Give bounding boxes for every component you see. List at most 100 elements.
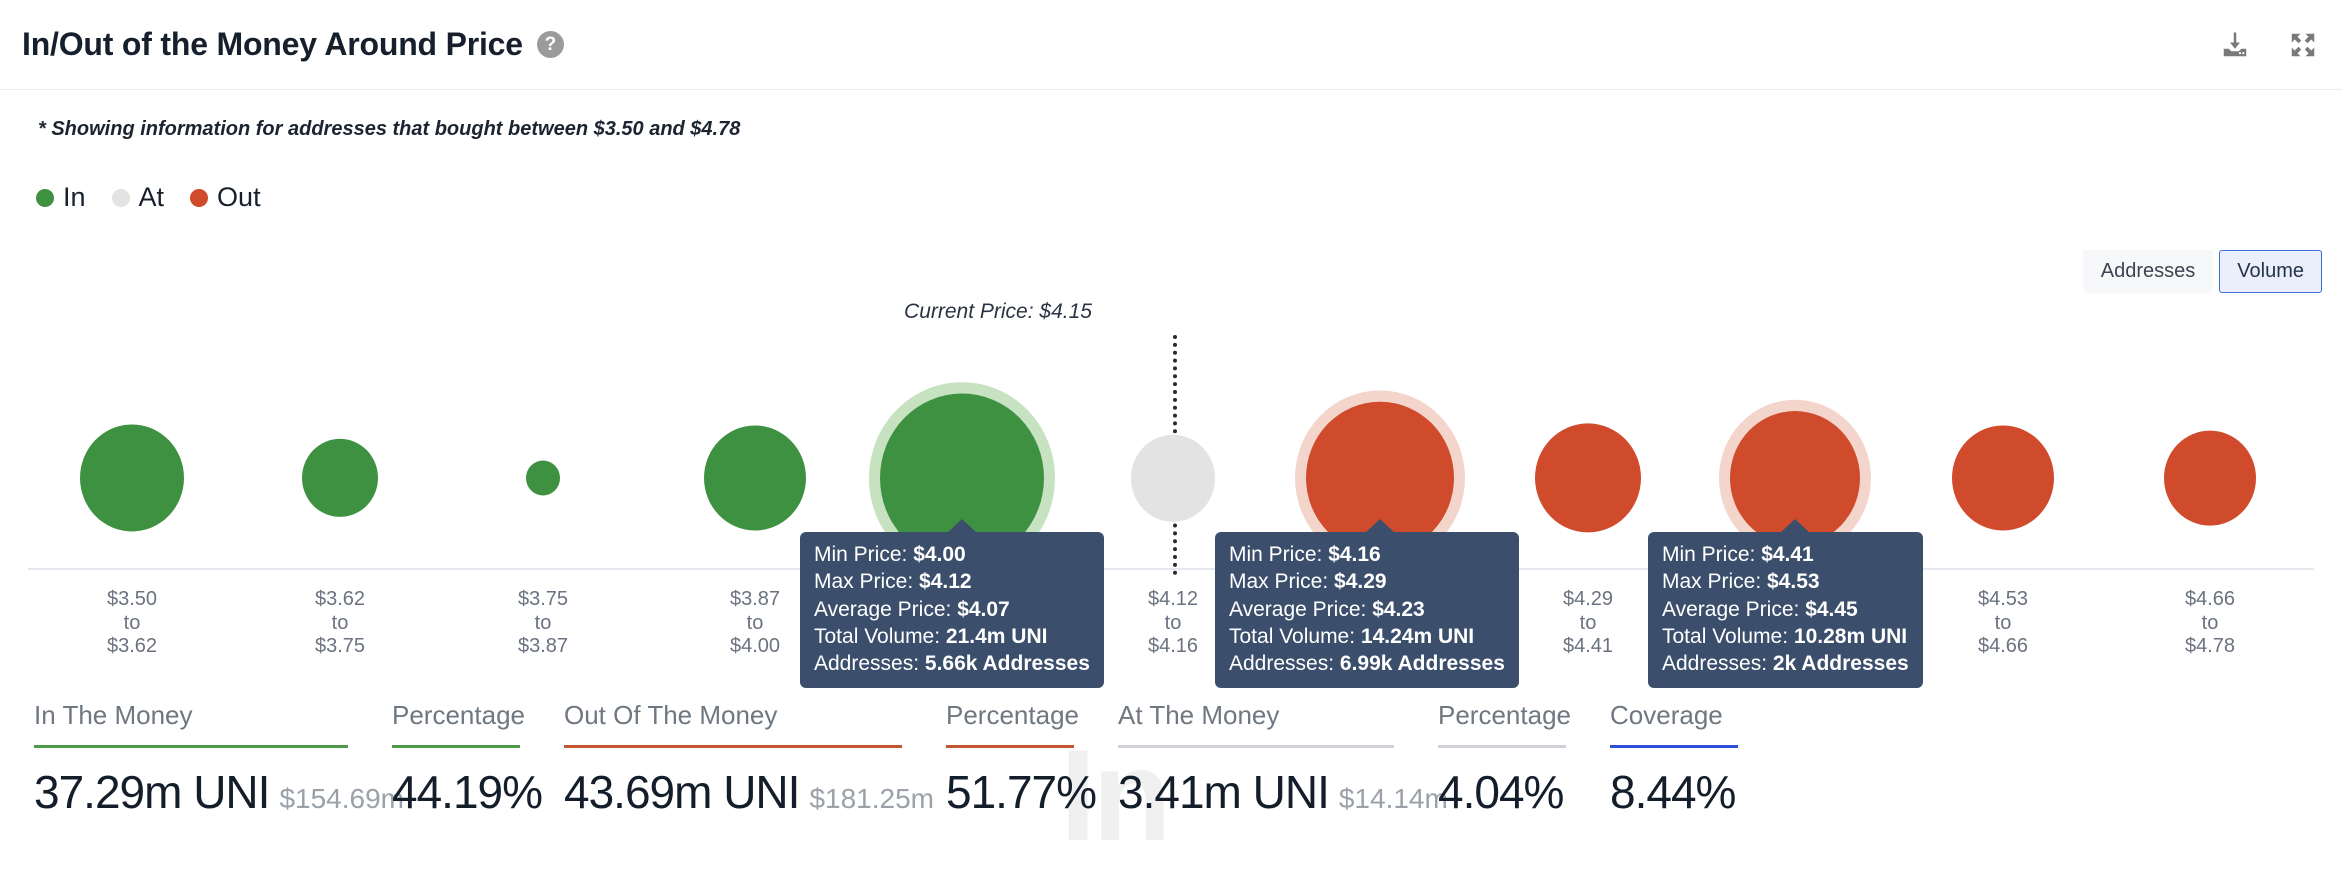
legend-swatch-at-icon <box>112 189 130 207</box>
tooltip-row-key: Average Price: <box>1662 598 1805 621</box>
tick-range-separator: to <box>107 612 157 636</box>
metric-underline <box>34 745 348 748</box>
metric-underline <box>392 745 520 748</box>
tooltip-row-value: 14.24m UNI <box>1361 625 1474 648</box>
tooltip-row-value: $4.29 <box>1334 570 1387 593</box>
download-icon[interactable] <box>2218 28 2252 62</box>
axis-tick-label: $4.29to$4.41 <box>1563 588 1613 659</box>
tooltip-row: Addresses: 5.66k Addresses <box>814 650 1090 677</box>
metric-underline <box>1610 745 1738 748</box>
metric-in-the-money-0: In The Money37.29m UNI$154.69m <box>0 700 358 819</box>
chart-tooltip: Min Price: $4.00Max Price: $4.12Average … <box>800 532 1104 688</box>
metric-label: Percentage <box>946 700 1074 731</box>
tick-range-min: $3.75 <box>518 588 568 612</box>
tick-range-max: $4.41 <box>1563 635 1613 659</box>
legend-swatch-out-icon <box>190 189 208 207</box>
tooltip-row-value: $4.12 <box>919 570 972 593</box>
tooltip-row: Min Price: $4.00 <box>814 541 1090 568</box>
tick-range-min: $4.66 <box>2185 588 2235 612</box>
metric-label: Percentage <box>1438 700 1566 731</box>
axis-tick-label: $3.75to$3.87 <box>518 588 568 659</box>
tooltip-row-key: Average Price: <box>1229 598 1372 621</box>
legend-swatch-in-icon <box>36 189 54 207</box>
tick-range-separator: to <box>730 612 780 636</box>
tick-range-min: $4.53 <box>1978 588 2028 612</box>
tooltip-row-key: Total Volume: <box>1662 625 1794 648</box>
metric-underline <box>1438 745 1566 748</box>
bubble-out-9[interactable] <box>1952 425 2054 530</box>
metric-percentage-5: Percentage 4.04% <box>1404 700 1576 819</box>
tooltip-arrow <box>1365 519 1395 533</box>
tooltip-row-key: Total Volume: <box>1229 625 1361 648</box>
chart-axis-line <box>28 568 2314 570</box>
bubble-at-5[interactable] <box>1131 435 1215 522</box>
tick-range-max: $4.78 <box>2185 635 2235 659</box>
tooltip-row-key: Addresses: <box>814 652 925 675</box>
metric-label: Percentage <box>392 700 520 731</box>
tooltip-row-value: 21.4m UNI <box>946 625 1048 648</box>
metric-value-main: 37.29m UNI <box>34 766 269 818</box>
bubble-in-2[interactable] <box>526 460 560 495</box>
metric-underline <box>1118 745 1394 748</box>
tooltip-row-value: $4.53 <box>1767 570 1820 593</box>
bubble-chart: In Current Price: $4.15 $3.50to$3.62$3.6… <box>0 290 2342 680</box>
tooltip-row: Addresses: 6.99k Addresses <box>1229 650 1505 677</box>
tick-range-min: $3.62 <box>315 588 365 612</box>
bubble-in-1[interactable] <box>302 439 378 517</box>
metric-at-the-money-4: At The Money3.41m UNI$14.14m <box>1084 700 1404 819</box>
axis-tick-label: $3.50to$3.62 <box>107 588 157 659</box>
question-mark-icon[interactable]: ? <box>537 31 564 58</box>
metric-label: Out Of The Money <box>564 700 902 731</box>
legend-item-label: Out <box>217 182 261 213</box>
axis-tick-label: $4.12to$4.16 <box>1148 588 1198 659</box>
summary-metrics: In The Money37.29m UNI$154.69mPercentage… <box>0 700 2342 819</box>
tooltip-row-key: Total Volume: <box>814 625 946 648</box>
metric-percentage-3: Percentage51.77% <box>912 700 1084 819</box>
legend-item-label: In <box>63 182 86 213</box>
tooltip-row-value: $4.23 <box>1372 598 1425 621</box>
tick-range-separator: to <box>1978 612 2028 636</box>
tick-range-max: $4.00 <box>730 635 780 659</box>
bubble-in-3[interactable] <box>704 425 806 530</box>
legend-item-at[interactable]: At <box>112 182 165 213</box>
tick-range-separator: to <box>1563 612 1613 636</box>
bubble-in-0[interactable] <box>80 424 184 531</box>
metric-value-main: 51.77% <box>946 766 1096 818</box>
bubble-out-7[interactable] <box>1535 423 1641 532</box>
metric-value: 3.41m UNI$14.14m <box>1118 765 1394 819</box>
tooltip-row: Min Price: $4.16 <box>1229 541 1505 568</box>
metric-underline <box>946 745 1074 748</box>
toggle-addresses-button[interactable]: Addresses <box>2083 250 2214 293</box>
tooltip-row-value: 5.66k Addresses <box>925 652 1090 675</box>
page-title: In/Out of the Money Around Price <box>22 26 523 63</box>
axis-tick-label: $4.53to$4.66 <box>1978 588 2028 659</box>
tooltip-row: Total Volume: 21.4m UNI <box>814 623 1090 650</box>
tooltip-row-value: $4.16 <box>1328 543 1381 566</box>
tooltip-row: Addresses: 2k Addresses <box>1662 650 1909 677</box>
metric-percentage-1: Percentage44.19% <box>358 700 530 819</box>
tick-range-separator: to <box>2185 612 2235 636</box>
metric-value-main: 8.44% <box>1610 766 1735 818</box>
legend-item-label: At <box>139 182 165 213</box>
metric-value-main: 4.04% <box>1438 766 1563 818</box>
in-out-money-widget: In/Out of the Money Around Price ? * Sho… <box>0 0 2342 892</box>
bubble-out-10[interactable] <box>2164 431 2256 526</box>
tooltip-row-key: Average Price: <box>814 598 957 621</box>
metric-toggle-group: AddressesVolume <box>2083 250 2322 293</box>
header-actions <box>2218 28 2320 62</box>
tooltip-arrow <box>1780 519 1810 533</box>
metric-value: 43.69m UNI$181.25m <box>564 765 902 819</box>
tick-range-separator: to <box>518 612 568 636</box>
metric-label: In The Money <box>34 700 348 731</box>
toggle-volume-button[interactable]: Volume <box>2219 250 2322 293</box>
tooltip-row-value: $4.07 <box>957 598 1010 621</box>
legend-item-in[interactable]: In <box>36 182 86 213</box>
expand-icon[interactable] <box>2286 28 2320 62</box>
tick-range-max: $3.62 <box>107 635 157 659</box>
tick-range-min: $4.12 <box>1148 588 1198 612</box>
tooltip-row: Average Price: $4.07 <box>814 596 1090 623</box>
legend-item-out[interactable]: Out <box>190 182 261 213</box>
metric-out-of-the-money-2: Out Of The Money 43.69m UNI$181.25m <box>530 700 912 819</box>
tooltip-row: Average Price: $4.23 <box>1229 596 1505 623</box>
metric-label: Coverage <box>1610 700 1738 731</box>
